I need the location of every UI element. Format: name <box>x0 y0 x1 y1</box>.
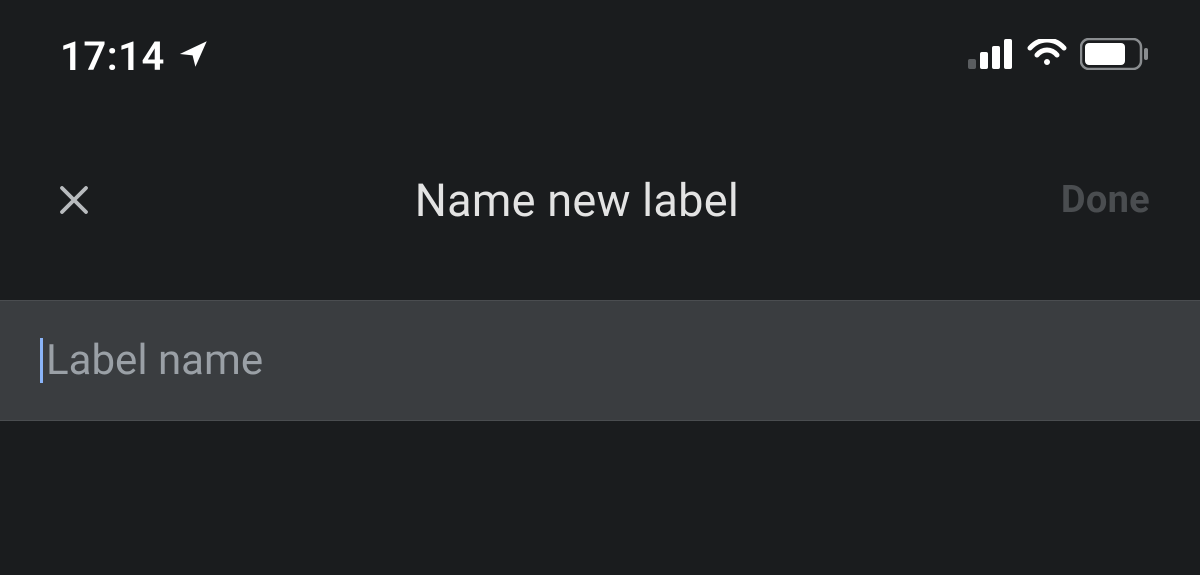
battery-icon <box>1080 38 1150 74</box>
label-name-input[interactable] <box>40 336 1160 385</box>
text-cursor <box>40 338 43 383</box>
status-bar: 17:14 <box>0 0 1200 90</box>
page-title: Name new label <box>93 174 1061 227</box>
location-icon <box>177 37 211 75</box>
close-icon[interactable] <box>55 181 93 219</box>
status-time: 17:14 <box>60 33 165 80</box>
nav-bar: Name new label Done <box>0 135 1200 265</box>
label-input-container[interactable] <box>0 300 1200 421</box>
status-bar-left: 17:14 <box>60 33 211 80</box>
status-bar-right <box>968 38 1150 74</box>
wifi-icon <box>1026 39 1068 73</box>
done-button[interactable]: Done <box>1061 178 1150 222</box>
cellular-icon <box>968 39 1014 73</box>
